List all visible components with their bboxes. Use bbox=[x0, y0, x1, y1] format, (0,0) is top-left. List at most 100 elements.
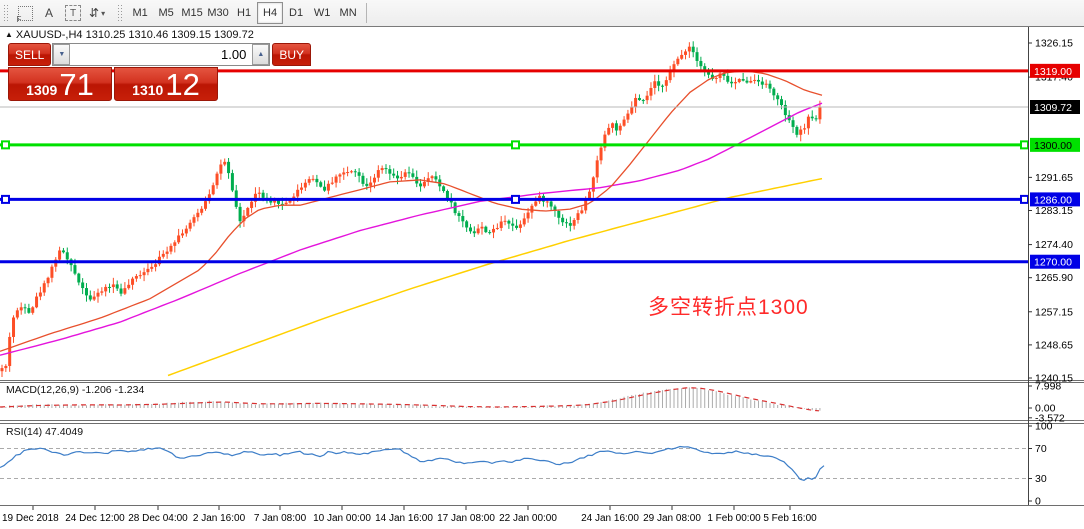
cursor-arrows-button[interactable]: ⇵▾ bbox=[85, 2, 109, 24]
line-handle[interactable] bbox=[1021, 141, 1028, 148]
drawing-tools-group: FAT⇵▾ bbox=[13, 2, 109, 24]
candle-body bbox=[62, 250, 65, 252]
timeframe-button-H4[interactable]: H4 bbox=[257, 2, 283, 24]
rsi-tick-label: 0 bbox=[1035, 496, 1041, 508]
line-handle[interactable] bbox=[2, 196, 9, 203]
text-box-icon: T bbox=[65, 5, 81, 21]
volume-input[interactable] bbox=[70, 44, 252, 65]
candle-body bbox=[807, 117, 810, 129]
candle-body bbox=[561, 218, 564, 222]
timeframe-button-M30[interactable]: M30 bbox=[205, 2, 231, 24]
ask-price-big: 12 bbox=[165, 71, 199, 99]
time-tick-label: 10 Jan 00:00 bbox=[313, 513, 371, 524]
candle-body bbox=[146, 269, 149, 272]
candle-body bbox=[342, 172, 345, 174]
candle-body bbox=[749, 81, 752, 83]
timeframe-button-H1[interactable]: H1 bbox=[231, 2, 257, 24]
fibonacci-retracement-button[interactable]: F bbox=[13, 2, 37, 24]
candle-body bbox=[250, 202, 253, 208]
candle-body bbox=[676, 59, 679, 64]
timeframe-button-M15[interactable]: M15 bbox=[179, 2, 205, 24]
candle-body bbox=[642, 100, 645, 101]
candle-body bbox=[112, 284, 115, 287]
candle-body bbox=[726, 76, 729, 82]
text-label-button[interactable]: A bbox=[37, 2, 61, 24]
volume-control: ▼ ▲ bbox=[52, 43, 270, 66]
line-handle[interactable] bbox=[2, 141, 9, 148]
candle-body bbox=[419, 183, 422, 186]
candle-body bbox=[373, 178, 376, 183]
candle-body bbox=[684, 51, 687, 54]
line-handle[interactable] bbox=[512, 196, 519, 203]
chevron-down-icon: ▾ bbox=[101, 9, 105, 18]
candle-body bbox=[85, 288, 88, 295]
candle-body bbox=[515, 226, 518, 228]
timeframe-button-W1[interactable]: W1 bbox=[309, 2, 335, 24]
candle-body bbox=[338, 174, 341, 176]
candle-body bbox=[308, 179, 311, 183]
candle-body bbox=[530, 206, 533, 213]
candle-body bbox=[699, 61, 702, 66]
candle-body bbox=[818, 107, 821, 119]
timeframe-button-MN[interactable]: MN bbox=[335, 2, 361, 24]
candle-body bbox=[792, 120, 795, 127]
candle-body bbox=[734, 82, 737, 83]
candle-body bbox=[477, 229, 480, 234]
candle-body bbox=[392, 174, 395, 176]
rsi-tick-label: 30 bbox=[1035, 473, 1047, 485]
candle-body bbox=[776, 95, 779, 99]
candle-body bbox=[461, 216, 464, 221]
candle-body bbox=[227, 162, 230, 173]
candle-body bbox=[757, 80, 760, 82]
bid-price-display: 1309 71 bbox=[8, 67, 112, 101]
candle-body bbox=[231, 173, 234, 190]
candle-body bbox=[58, 250, 61, 259]
candle-body bbox=[350, 171, 353, 172]
candle-body bbox=[519, 224, 522, 227]
rsi-tick-label: 70 bbox=[1035, 443, 1047, 455]
candle-body bbox=[315, 179, 318, 182]
candle-body bbox=[481, 227, 484, 229]
candle-body bbox=[569, 223, 572, 226]
candle-body bbox=[269, 201, 272, 203]
candle-body bbox=[150, 267, 153, 269]
candle-body bbox=[815, 118, 818, 119]
price-badge-label: 1270.00 bbox=[1034, 257, 1072, 269]
trading-platform-window: FAT⇵▾ M1M5M15M30H1H4D1W1MN 1326.151317.4… bbox=[0, 0, 1084, 529]
candle-body bbox=[20, 307, 23, 310]
candle-body bbox=[100, 291, 103, 292]
text-label-icon: A bbox=[45, 6, 53, 20]
candle-body bbox=[12, 318, 15, 337]
candle-body bbox=[431, 176, 434, 178]
candle-body bbox=[753, 80, 756, 81]
candle-body bbox=[358, 172, 361, 176]
volume-increase-button[interactable]: ▲ bbox=[252, 44, 269, 65]
candle-body bbox=[649, 88, 652, 96]
candle-body bbox=[185, 229, 188, 234]
volume-decrease-button[interactable]: ▼ bbox=[53, 44, 70, 65]
line-handle[interactable] bbox=[512, 141, 519, 148]
timeframe-button-M1[interactable]: M1 bbox=[127, 2, 153, 24]
toolbar-grip[interactable] bbox=[3, 4, 10, 22]
timeframe-button-M5[interactable]: M5 bbox=[153, 2, 179, 24]
candle-body bbox=[219, 165, 222, 174]
candle-body bbox=[619, 126, 622, 131]
candle-body bbox=[408, 172, 411, 173]
candle-body bbox=[611, 123, 614, 128]
candle-body bbox=[696, 52, 699, 61]
candle-body bbox=[166, 252, 169, 254]
sell-button[interactable]: SELL bbox=[8, 43, 51, 66]
candle-body bbox=[369, 183, 372, 186]
time-tick-label: 22 Jan 00:00 bbox=[499, 513, 557, 524]
candle-body bbox=[657, 81, 660, 85]
timeframe-button-D1[interactable]: D1 bbox=[283, 2, 309, 24]
candle-body bbox=[665, 80, 668, 86]
one-click-trading-panel: SELL ▼ ▲ BUY 1309 71 1310 12 bbox=[8, 43, 218, 101]
text-box-button[interactable]: T bbox=[61, 2, 85, 24]
buy-button[interactable]: BUY bbox=[272, 43, 311, 66]
candle-body bbox=[473, 231, 476, 233]
price-tick-label: 1291.65 bbox=[1035, 172, 1073, 184]
line-handle[interactable] bbox=[1021, 196, 1028, 203]
toolbar-grip[interactable] bbox=[117, 4, 124, 22]
candle-body bbox=[492, 229, 495, 233]
